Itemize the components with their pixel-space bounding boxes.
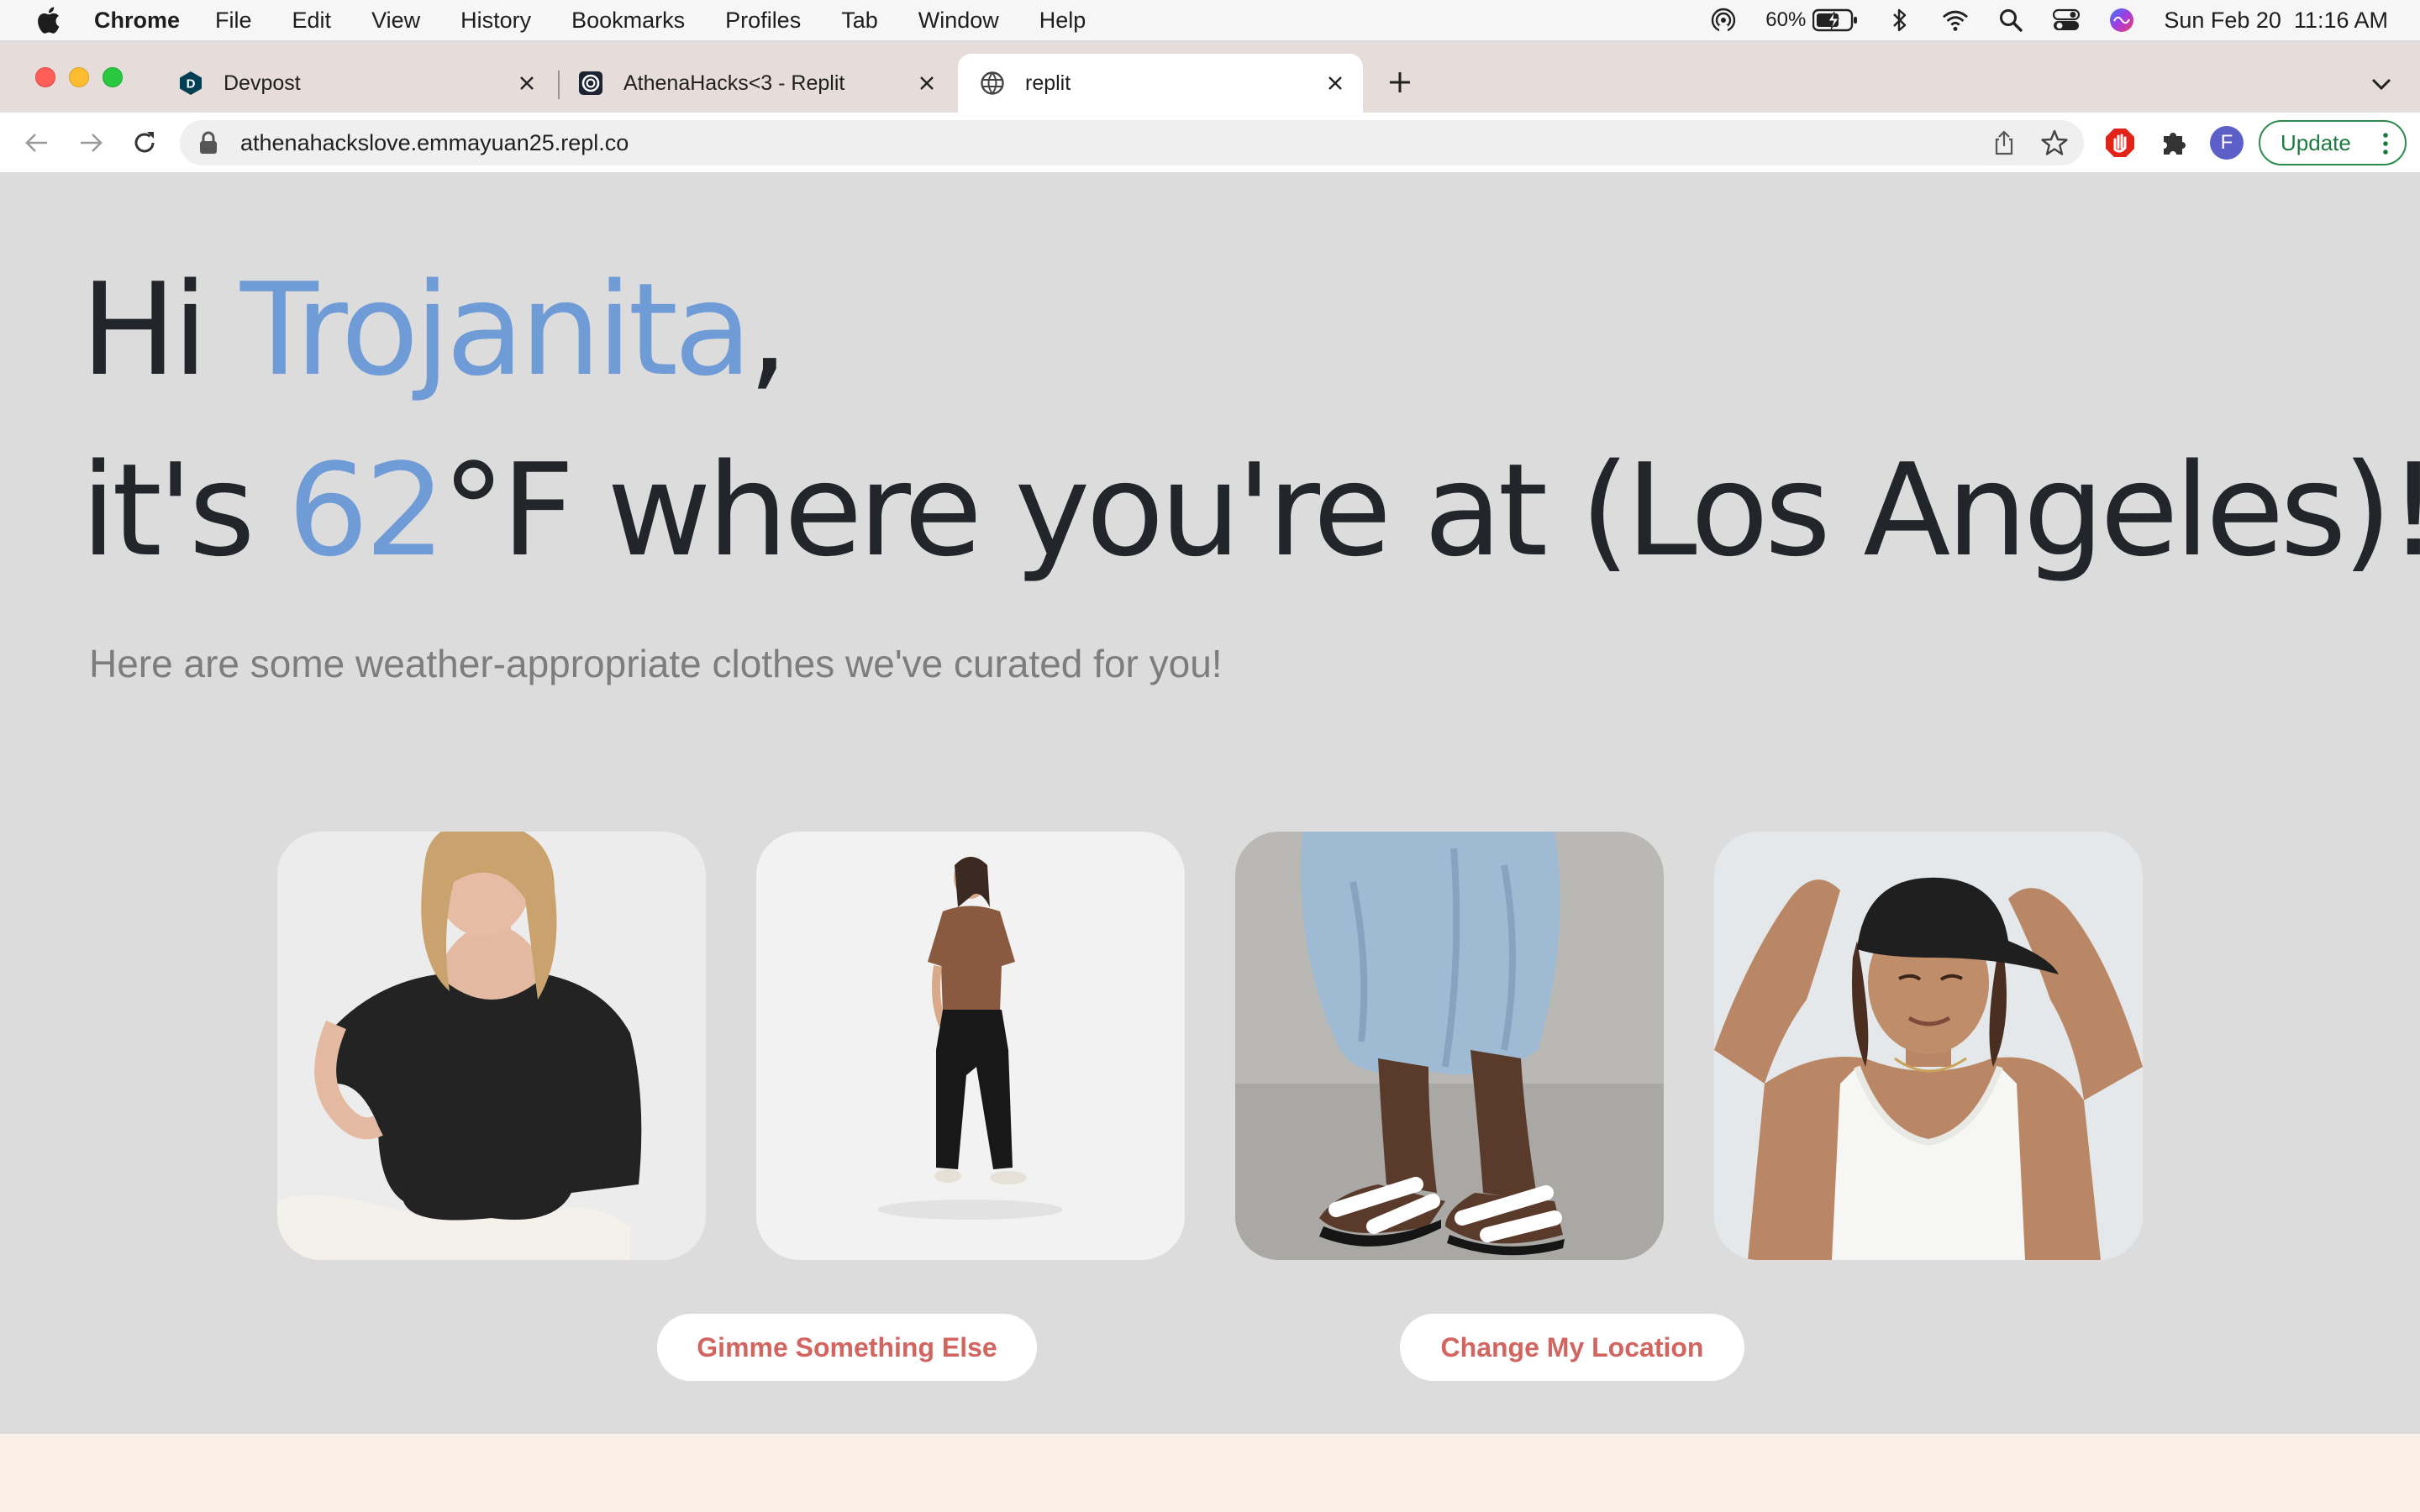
extensions-button[interactable] (2158, 127, 2190, 159)
apple-logo-icon[interactable] (35, 6, 60, 34)
menu-window[interactable]: Window (918, 8, 999, 34)
user-name: Trojanita (239, 255, 752, 404)
outfit-card-brown-tee-black-pants[interactable] (756, 832, 1185, 1260)
control-center-icon[interactable] (2053, 7, 2081, 34)
bookmark-star-icon[interactable] (2040, 129, 2069, 157)
tab-title: Devpost (224, 71, 301, 95)
temperature-value: 62 (287, 436, 445, 585)
menu-view[interactable]: View (371, 8, 420, 34)
outfit-card-blue-skirt-sandals[interactable] (1235, 832, 1664, 1260)
address-bar-url[interactable]: athenahackslove.emmayuan25.repl.co (240, 130, 629, 156)
tab-title: AthenaHacks<3 - Replit (623, 71, 845, 95)
profile-avatar[interactable]: F (2210, 126, 2244, 160)
brown-tee-black-pants-photo (756, 832, 1185, 1260)
siri-icon[interactable] (2108, 7, 2135, 34)
change-location-button[interactable]: Change My Location (1400, 1314, 1744, 1381)
arrow-left-icon (25, 134, 47, 152)
outfit-gallery (277, 832, 2143, 1260)
temp-prefix: it's (81, 436, 288, 585)
wifi-icon[interactable] (1942, 7, 1969, 34)
share-icon[interactable] (1991, 130, 2017, 155)
tab-devpost[interactable]: D Devpost (163, 54, 555, 113)
reload-button[interactable] (128, 126, 161, 160)
greeting-suffix: , (748, 255, 788, 404)
adblock-extension-button[interactable] (2104, 127, 2136, 159)
gimme-something-else-button[interactable]: Gimme Something Else (657, 1314, 1037, 1381)
back-button[interactable] (20, 126, 54, 160)
stop-hand-icon (2106, 129, 2134, 157)
plus-icon (1390, 72, 1410, 92)
devpost-icon: D (180, 71, 202, 95)
globe-icon (981, 71, 1004, 95)
menu-file[interactable]: File (215, 8, 252, 34)
arrow-right-icon (81, 134, 103, 152)
battery-icon (1812, 8, 1858, 32)
battery-percent: 60% (1765, 8, 1807, 31)
menu-tab[interactable]: Tab (841, 8, 878, 34)
page-footer-band (0, 1434, 2420, 1512)
menu-help[interactable]: Help (1039, 8, 1086, 34)
tab-title: replit (1025, 71, 1071, 95)
close-tab-icon[interactable] (914, 71, 939, 96)
window-minimize-button[interactable] (69, 67, 89, 87)
menu-edit[interactable]: Edit (292, 8, 332, 34)
puzzle-piece-icon (2164, 133, 2186, 155)
menu-history[interactable]: History (460, 8, 531, 34)
window-zoom-button[interactable] (103, 67, 123, 87)
window-close-button[interactable] (35, 67, 55, 87)
reload-icon (134, 132, 155, 153)
address-bar[interactable]: athenahackslove.emmayuan25.repl.co (180, 120, 2084, 165)
menu-bar-clock[interactable]: Sun Feb 20 11:16 AM (2164, 8, 2388, 34)
lock-icon[interactable] (198, 131, 218, 155)
menu-app-name[interactable]: Chrome (94, 8, 180, 34)
airdrop-icon[interactable] (1710, 7, 1737, 34)
spotlight-search-icon[interactable] (1997, 7, 2024, 34)
white-tank-cap-photo (1714, 832, 2143, 1260)
browser-toolbar: athenahackslove.emmayuan25.repl.co (0, 113, 2420, 173)
macos-menu-bar: Chrome File Edit View History Bookmarks … (0, 0, 2420, 40)
tab-search-chevron-icon[interactable] (2368, 71, 2395, 97)
tab-replit-active[interactable]: replit (958, 54, 1363, 113)
weather-heading: it's 62°F where you're at (Los Angeles)! (81, 447, 2420, 575)
browser-tab-strip: D Devpost AthenaHacks<3 - Replit replit (0, 42, 2420, 113)
outfit-card-white-tank-cap[interactable] (1714, 832, 2143, 1260)
menu-bookmarks[interactable]: Bookmarks (571, 8, 685, 34)
update-button[interactable]: Update (2259, 120, 2407, 165)
tab-separator (558, 71, 560, 99)
new-tab-button[interactable] (1385, 67, 1415, 97)
temp-suffix: °F where you're at (Los Angeles)! (441, 436, 2420, 585)
greeting-prefix: Hi (81, 255, 240, 404)
page-subtitle: Here are some weather-appropriate clothe… (89, 642, 1223, 685)
update-button-label: Update (2281, 129, 2351, 155)
tab-athenahacks-replit[interactable]: AthenaHacks<3 - Replit (565, 54, 955, 113)
more-menu-icon[interactable] (2383, 132, 2388, 155)
close-tab-icon[interactable] (514, 71, 539, 96)
outfit-card-black-tee[interactable] (277, 832, 706, 1260)
black-tee-photo (277, 832, 706, 1260)
battery-status[interactable]: 60% (1765, 8, 1858, 32)
replit-icon (579, 71, 602, 95)
menu-bar-status-area: 60% Sun Feb 20 11:16 AM (1710, 0, 2388, 40)
page-content: Hi Trojanita, it's 62°F where you're at … (0, 174, 2420, 1434)
greeting-heading: Hi Trojanita, (81, 266, 789, 394)
svg-text:D: D (187, 77, 196, 92)
forward-button[interactable] (74, 126, 108, 160)
close-tab-icon[interactable] (1323, 71, 1348, 96)
blue-skirt-sandals-photo (1235, 832, 1664, 1260)
menu-profiles[interactable]: Profiles (725, 8, 801, 34)
bluetooth-icon[interactable] (1886, 7, 1913, 34)
